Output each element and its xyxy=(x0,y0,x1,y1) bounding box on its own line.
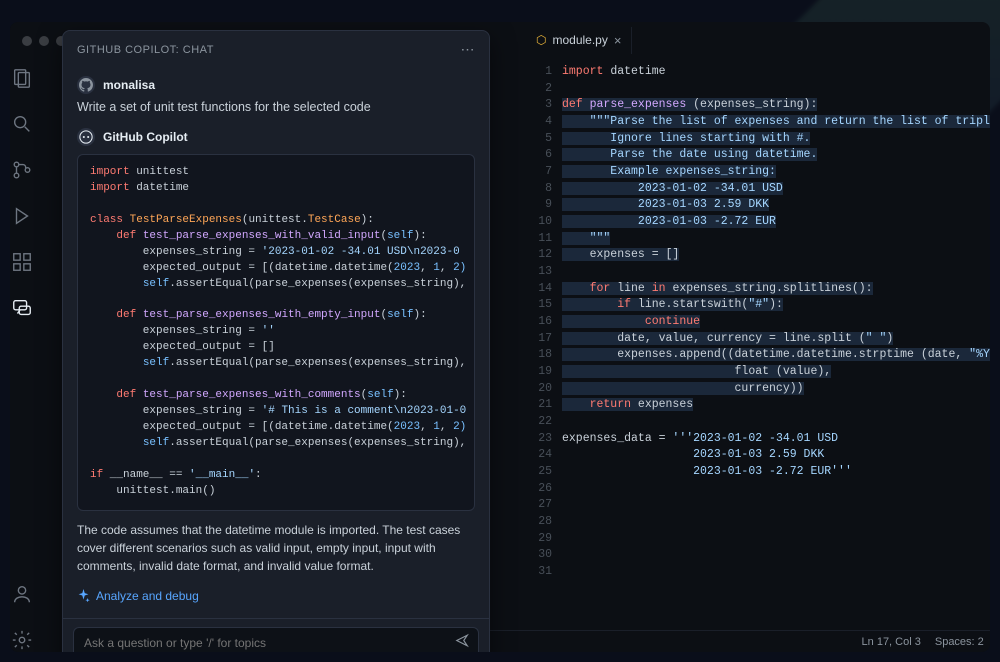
chat-header: GITHUB COPILOT: CHAT ⋯ xyxy=(63,31,489,68)
copilot-response-header: GitHub Copilot xyxy=(77,128,475,146)
vscode-window: ⬡ module.py × 12345678910111213141516171… xyxy=(10,22,990,652)
sparkle-icon xyxy=(77,589,90,602)
indentation[interactable]: Spaces: 2 xyxy=(935,636,984,648)
line-gutter: 1234567891011121314151617181920212223242… xyxy=(526,58,562,630)
tab-label: module.py xyxy=(552,33,607,47)
copilot-chat-icon[interactable] xyxy=(10,296,34,320)
account-icon[interactable] xyxy=(10,582,34,606)
copilot-name: GitHub Copilot xyxy=(103,130,188,144)
user-message: Write a set of unit test functions for t… xyxy=(77,100,475,114)
user-avatar xyxy=(77,76,95,94)
analyze-label: Analyze and debug xyxy=(96,589,199,603)
source-control-icon[interactable] xyxy=(10,158,34,182)
cursor-position[interactable]: Ln 17, Col 3 xyxy=(862,636,921,648)
copilot-chat-panel: GITHUB COPILOT: CHAT ⋯ monalisa Write a … xyxy=(62,30,490,652)
python-file-icon: ⬡ xyxy=(536,33,546,47)
chat-input[interactable] xyxy=(73,627,479,652)
chat-body: monalisa Write a set of unit test functi… xyxy=(63,68,489,618)
more-options-icon[interactable]: ⋯ xyxy=(461,41,476,58)
user-name: monalisa xyxy=(103,78,155,92)
analyze-debug-link[interactable]: Analyze and debug xyxy=(77,585,475,607)
close-window[interactable] xyxy=(22,36,32,46)
explanation-text: The code assumes that the datetime modul… xyxy=(77,521,475,575)
activity-bar xyxy=(10,22,34,652)
copilot-avatar-icon xyxy=(77,128,95,146)
user-message-header: monalisa xyxy=(77,76,475,94)
close-tab-icon[interactable]: × xyxy=(614,33,622,48)
tab-module-py[interactable]: ⬡ module.py × xyxy=(526,27,632,54)
window-controls xyxy=(22,36,66,46)
settings-icon[interactable] xyxy=(10,628,34,652)
minimize-window[interactable] xyxy=(39,36,49,46)
chat-input-area xyxy=(63,618,489,652)
code-content[interactable]: import datetime def parse_expenses (expe… xyxy=(562,58,990,630)
send-icon[interactable] xyxy=(455,634,469,653)
extensions-icon[interactable] xyxy=(10,250,34,274)
search-icon[interactable] xyxy=(10,112,34,136)
chat-title: GITHUB COPILOT: CHAT xyxy=(77,44,214,56)
explorer-icon[interactable] xyxy=(10,66,34,90)
code-suggestion[interactable]: import unittest import datetime class Te… xyxy=(77,154,475,511)
run-debug-icon[interactable] xyxy=(10,204,34,228)
